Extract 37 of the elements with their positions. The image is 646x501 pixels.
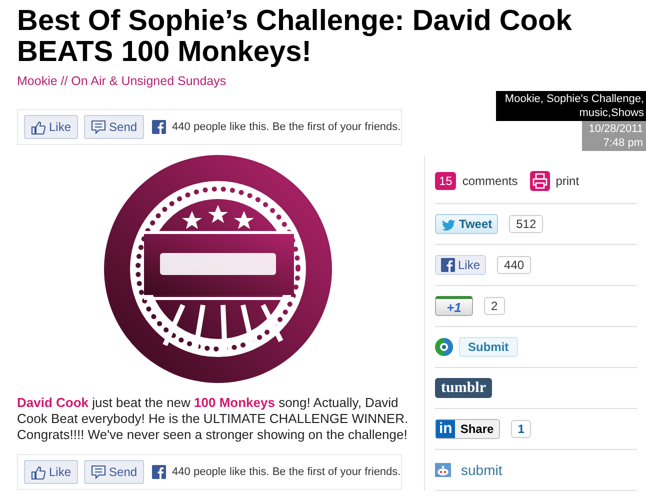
like-button[interactable]: Like (24, 460, 78, 484)
print-icon (530, 171, 550, 191)
comment-count[interactable]: 15 (435, 172, 456, 190)
plus-one-button[interactable]: +1 (435, 296, 473, 316)
send-button[interactable]: Send (84, 460, 144, 484)
article-title: Best Of Sophie’s Challenge: David Cook BEATS 100 Monkeys! (16, 4, 573, 68)
facebook-like-button[interactable]: Like (435, 255, 486, 275)
alien-icon (435, 463, 451, 477)
print-link[interactable]: print (556, 174, 580, 188)
share-count: 1 (510, 420, 532, 438)
bird-icon (441, 218, 456, 230)
article-text: David Cook just beat the new 100 Monkeys song! Actually, David Cook Beat everybody! He is the ULTIMATE CHALLENGE WINNER. Congrats!!!! We've never seen a stronger showing on the challenge! (17, 395, 410, 443)
like-button[interactable]: Like (24, 115, 78, 139)
share-count: 2 (484, 297, 505, 315)
facebook-icon (152, 120, 166, 134)
facebook-icon (441, 258, 455, 272)
like-count-text: 440 people like this. Be the first of your friends. (172, 121, 401, 133)
submit-button[interactable]: Submit (459, 337, 518, 357)
stumble-logo-icon (435, 338, 453, 356)
share-count: 440 (497, 256, 532, 274)
speech-bubble-icon (91, 464, 106, 480)
share-count: 512 (509, 215, 544, 233)
facebook-icon (152, 465, 166, 479)
submit-link[interactable]: submit (461, 462, 502, 478)
tweet-button[interactable]: Tweet (435, 214, 498, 234)
comments-link[interactable]: comments (462, 174, 518, 188)
speech-bubble-icon (91, 120, 106, 134)
tumblr-button[interactable]: tumblr (435, 378, 492, 398)
linkedin-badge: in (436, 420, 456, 438)
send-button[interactable]: Send (84, 115, 144, 139)
like-count-text: 440 people like this. Be the first of your friends. (172, 466, 401, 478)
thumbs-up-icon (31, 464, 46, 480)
post-date: 10/28/2011 7:48 pm (582, 121, 646, 151)
tag-list: Mookie, Sophie's Challenge, music,Shows (496, 91, 646, 121)
linkedin-share-button[interactable]: in Share (435, 419, 500, 439)
byline-link[interactable]: Mookie // On Air & Unsigned Sundays (17, 74, 419, 88)
thumbs-up-icon (31, 120, 46, 134)
